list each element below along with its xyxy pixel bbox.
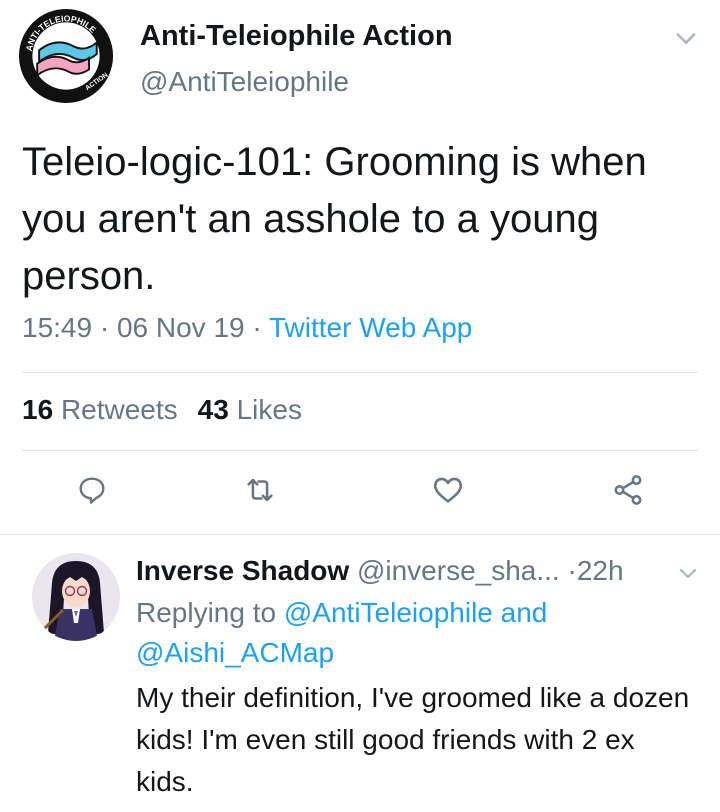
share-icon <box>614 475 642 505</box>
tweet-time: 15:49 <box>22 312 93 343</box>
like-label: Likes <box>236 394 302 425</box>
like-button[interactable] <box>428 470 468 510</box>
reply-author-handle[interactable]: @inverse_sha... <box>357 555 560 586</box>
replying-to: Replying to @AntiTeleiophile and @Aishi_… <box>136 593 696 673</box>
main-tweet: ANTI-TELEIOPHILE ACTION Anti-Teleiophile… <box>0 0 720 534</box>
mention-link[interactable]: @AntiTeleiophile <box>284 597 493 628</box>
reply-separator: · <box>567 555 577 586</box>
divider <box>22 450 698 451</box>
reply-text: My their definition, I've groomed like a… <box>136 682 690 797</box>
tweet-date: 06 Nov 19 <box>116 312 245 343</box>
tweet-meta: 15:49 · 06 Nov 19 · Twitter Web App <box>22 312 472 344</box>
reply-header: Inverse Shadow @inverse_sha... ·22h <box>136 555 624 587</box>
retweet-count: 16 <box>22 394 54 425</box>
author-name[interactable]: Anti-Teleiophile Action <box>140 20 453 53</box>
tweet-source-link[interactable]: Twitter Web App <box>269 312 472 343</box>
reply-avatar[interactable] <box>32 553 120 641</box>
retweet-icon <box>247 478 273 502</box>
reply-button[interactable] <box>72 470 112 510</box>
chevron-down-icon[interactable] <box>672 24 700 52</box>
tweet-text: Teleio-logic-101: Grooming is when you a… <box>22 140 647 298</box>
retweet-button[interactable] <box>240 470 280 510</box>
share-button[interactable] <box>608 470 648 510</box>
meta-separator: · <box>99 312 110 343</box>
author-avatar[interactable]: ANTI-TELEIOPHILE ACTION <box>18 8 114 104</box>
chevron-down-icon[interactable] <box>676 561 700 585</box>
like-count: 43 <box>197 394 229 425</box>
reply-icon <box>79 477 105 504</box>
retweets-stat[interactable]: 16 Retweets <box>22 394 178 425</box>
reply-time[interactable]: 22h <box>577 555 624 586</box>
meta-separator: · <box>252 312 262 343</box>
like-icon <box>433 477 463 503</box>
reply-tweet[interactable]: Inverse Shadow @inverse_sha... ·22h Repl… <box>0 535 720 812</box>
reply-author-name[interactable]: Inverse Shadow <box>136 555 349 586</box>
author-handle[interactable]: @AntiTeleiophile <box>140 66 349 98</box>
likes-stat[interactable]: 43 Likes <box>198 394 302 425</box>
divider <box>22 372 698 373</box>
replying-prefix: Replying to <box>136 597 277 628</box>
tweet-stats: 16 Retweets 43 Likes <box>22 394 302 426</box>
mention-conjunction: and <box>500 597 548 628</box>
retweet-label: Retweets <box>60 394 178 425</box>
mention-link[interactable]: @Aishi_ACMap <box>136 637 334 668</box>
